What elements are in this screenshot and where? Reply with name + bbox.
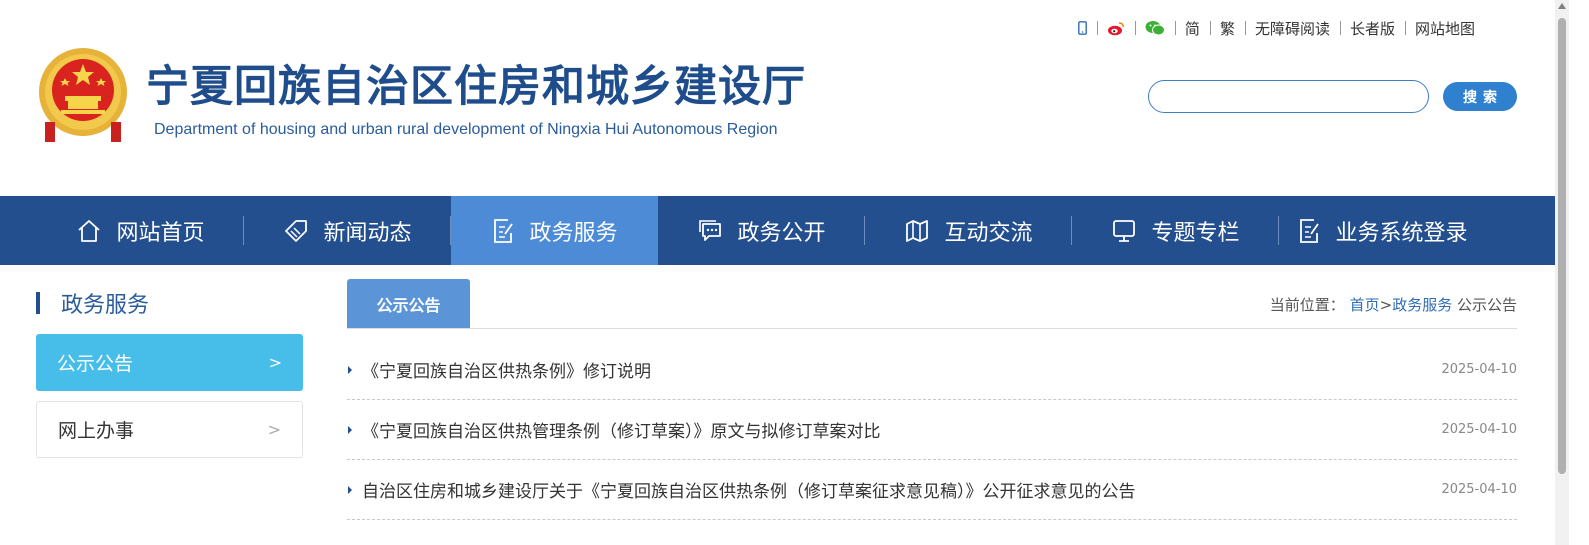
list-item: 《宁夏回族自治区供热条例》修订说明 2025-04-10 — [347, 340, 1517, 400]
weibo-icon — [1107, 21, 1125, 35]
nav-item-government-services[interactable]: 政务服务 — [451, 196, 658, 265]
list-item-date: 2025-04-10 — [1441, 482, 1517, 497]
list-item-title[interactable]: 《宁夏回族自治区供热管理条例（修订草案）》原文与拟修订草案对比 — [362, 417, 881, 442]
edit-document-icon — [491, 218, 515, 244]
mobile-icon — [1078, 21, 1087, 35]
nav-item-system-login[interactable]: 业务系统登录 — [1279, 196, 1486, 265]
tab-announcements[interactable]: 公示公告 — [347, 279, 470, 329]
sidebar-title: 政务服务 — [36, 289, 150, 318]
list-item-date: 2025-04-10 — [1441, 362, 1517, 377]
weibo-link[interactable] — [1096, 17, 1135, 39]
chevron-right-icon: > — [268, 353, 282, 372]
breadcrumb-current: 公示公告 — [1456, 296, 1517, 314]
mobile-link[interactable] — [1068, 17, 1097, 39]
bullet-triangle-icon — [348, 485, 352, 494]
tab-divider — [347, 328, 1517, 329]
nav-item-news[interactable]: 新闻动态 — [244, 196, 451, 265]
document-icon — [1297, 218, 1321, 244]
breadcrumb-prefix: 当前位置： — [1269, 296, 1345, 314]
wechat-link[interactable] — [1134, 17, 1175, 39]
nav-item-label: 政务公开 — [737, 220, 826, 246]
list-item: 《宁夏回族自治区供热管理条例（修订草案）》原文与拟修订草案对比 2025-04-… — [347, 400, 1517, 460]
home-icon — [76, 219, 102, 243]
nav-item-label: 互动交流 — [944, 220, 1033, 246]
sitemap-link[interactable]: 网站地图 — [1404, 17, 1485, 39]
breadcrumb-link-services[interactable]: 政务服务 — [1392, 296, 1452, 314]
sidebar-title-bar — [36, 292, 40, 314]
nav-item-label: 政务服务 — [529, 220, 618, 246]
nav-item-interaction[interactable]: 互动交流 — [865, 196, 1072, 265]
breadcrumb-link-home[interactable]: 首页 — [1350, 296, 1380, 314]
scroll-up-arrow-icon[interactable] — [1558, 3, 1566, 9]
nav-item-special-topics[interactable]: 专题专栏 — [1072, 196, 1279, 265]
nav-item-label: 新闻动态 — [323, 220, 412, 246]
main-nav: 网站首页 新闻动态 政务服务 政务公开 互动交流 专题专栏 业务系统登录 — [0, 196, 1555, 265]
tag-icon — [283, 219, 309, 243]
vertical-scrollbar[interactable] — [1555, 0, 1569, 545]
simplified-chinese-link[interactable]: 简 — [1174, 17, 1210, 39]
bullet-triangle-icon — [348, 425, 352, 434]
elderly-version-link[interactable]: 长者版 — [1339, 17, 1405, 39]
breadcrumb-separator: > — [1379, 296, 1393, 314]
search-button[interactable]: 搜索 — [1443, 82, 1517, 111]
bullet-triangle-icon — [348, 365, 352, 374]
nav-item-label: 网站首页 — [116, 220, 205, 246]
list-item-title[interactable]: 《宁夏回族自治区供热条例》修订说明 — [362, 357, 651, 382]
scrollbar-thumb[interactable] — [1558, 18, 1566, 474]
wechat-icon — [1145, 21, 1165, 36]
site-subtitle: Department of housing and urban rural de… — [154, 121, 778, 138]
sidebar-item-online-services[interactable]: 网上办事 > — [36, 401, 303, 458]
nav-item-government-affairs[interactable]: 政务公开 — [658, 196, 865, 265]
monitor-icon — [1111, 219, 1137, 243]
chevron-right-icon: > — [267, 420, 281, 439]
list-item-title[interactable]: 自治区住房和城乡建设厅关于《宁夏回族自治区供热条例（修订草案征求意见稿）》公开征… — [362, 477, 1136, 502]
sidebar-item-label: 公示公告 — [57, 353, 134, 375]
sidebar-item-label: 网上办事 — [58, 420, 135, 442]
site-title: 宁夏回族自治区住房和城乡建设厅 — [146, 62, 806, 112]
site-header: 宁夏回族自治区住房和城乡建设厅 Department of housing an… — [0, 0, 1555, 196]
breadcrumb: 当前位置： 首页>政务服务 公示公告 — [1270, 294, 1517, 315]
sidebar-item-announcements[interactable]: 公示公告 > — [36, 334, 303, 391]
search-input[interactable] — [1148, 80, 1429, 113]
map-icon — [904, 219, 930, 243]
traditional-chinese-link[interactable]: 繁 — [1209, 17, 1245, 39]
nav-item-label: 业务系统登录 — [1335, 220, 1468, 246]
list-item: 自治区住房和城乡建设厅关于《宁夏回族自治区供热条例（修订草案征求意见稿）》公开征… — [347, 460, 1517, 520]
national-emblem-icon — [39, 48, 127, 142]
top-links: 简 繁 无障碍阅读 长者版 网站地图 — [1068, 17, 1485, 39]
announcement-list: 《宁夏回族自治区供热条例》修订说明 2025-04-10 《宁夏回族自治区供热管… — [347, 340, 1517, 520]
chat-icon — [697, 219, 723, 243]
list-item-date: 2025-04-10 — [1441, 422, 1517, 437]
sidebar-title-text: 政务服务 — [61, 293, 150, 318]
nav-item-home[interactable]: 网站首页 — [37, 196, 244, 265]
nav-item-label: 专题专栏 — [1151, 220, 1240, 246]
accessibility-link[interactable]: 无障碍阅读 — [1244, 17, 1340, 39]
